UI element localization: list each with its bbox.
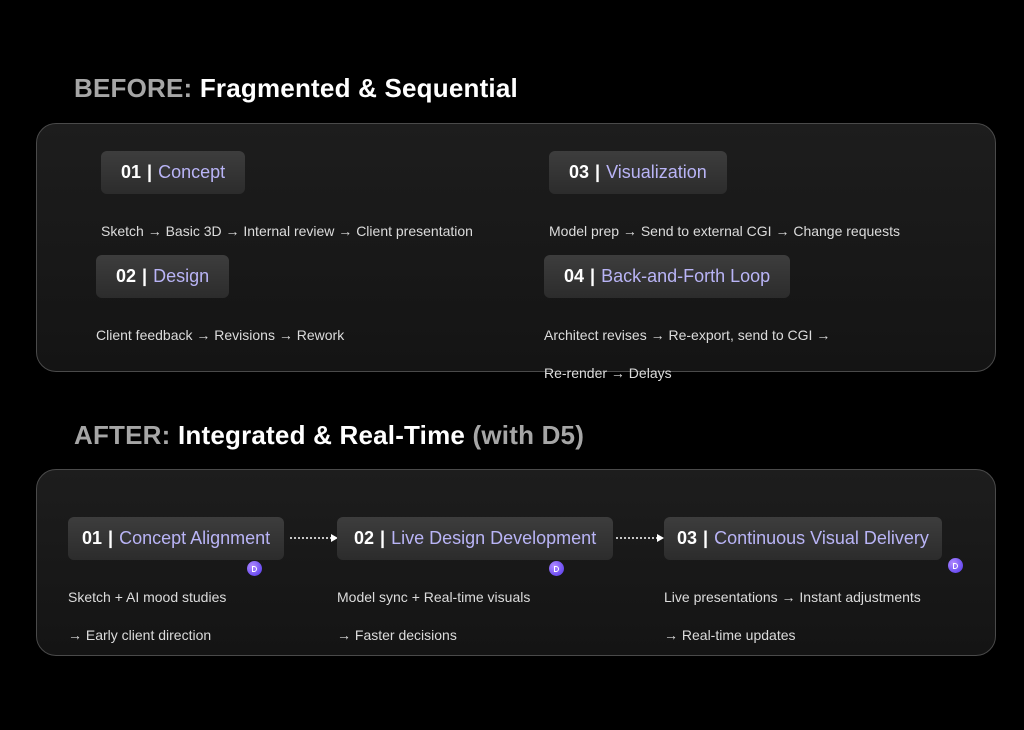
step-description: Architect revises → Re-export, send to C… xyxy=(544,307,830,402)
dotted-arrow-icon xyxy=(616,534,664,542)
after-panel: 01 | Concept Alignment Sketch + AI mood … xyxy=(36,469,996,656)
step-separator: | xyxy=(590,266,596,286)
d5-logo-icon xyxy=(948,558,963,573)
step-description-line: → Faster decisions xyxy=(337,627,457,643)
step-separator: | xyxy=(595,162,601,182)
step-number: 01 xyxy=(121,162,142,182)
step-name: Back-and-Forth Loop xyxy=(601,266,771,286)
step-number: 01 xyxy=(82,528,103,548)
step-number: 02 xyxy=(116,266,137,286)
step-description: Sketch + AI mood studies → Early client … xyxy=(68,569,284,664)
step-tag: 01 | Concept xyxy=(101,151,246,194)
step-number: 04 xyxy=(564,266,585,286)
before-heading-title: Fragmented & Sequential xyxy=(199,73,518,103)
step-description: Sketch → Basic 3D → Internal review → Cl… xyxy=(101,203,473,260)
step-description-line: Client feedback → Revisions → Rework xyxy=(96,327,345,343)
d5-logo-icon xyxy=(549,561,564,576)
step-name: Concept xyxy=(158,162,226,182)
step-name: Continuous Visual Delivery xyxy=(714,528,929,548)
step-description-line: → Early client direction xyxy=(68,627,212,643)
step-tag: 03 | Visualization xyxy=(549,151,727,194)
d5-logo-icon xyxy=(247,561,262,576)
step-tag: 03 | Continuous Visual Delivery xyxy=(664,517,942,560)
step-tag: 04 | Back-and-Forth Loop xyxy=(544,255,791,298)
after-step-continuous-visual-delivery: 03 | Continuous Visual Delivery Live pre… xyxy=(664,517,942,664)
step-tag: 02 | Design xyxy=(96,255,230,298)
step-description: Live presentations → Instant adjustments… xyxy=(664,569,942,664)
step-number: 03 xyxy=(677,528,698,548)
after-heading-lead: AFTER: xyxy=(74,420,171,450)
step-number: 03 xyxy=(569,162,590,182)
before-heading-lead: BEFORE: xyxy=(74,73,193,103)
step-description-line: Re-render → Delays xyxy=(544,365,672,381)
dotted-arrow-icon xyxy=(290,534,338,542)
step-description-line: → Real-time updates xyxy=(664,627,796,643)
step-separator: | xyxy=(147,162,153,182)
step-tag: 02 | Live Design Development xyxy=(337,517,614,560)
after-step-live-design-development: 02 | Live Design Development Model sync … xyxy=(337,517,614,664)
before-heading: BEFORE: Fragmented & Sequential xyxy=(74,73,518,104)
step-description-line: Model sync + Real-time visuals xyxy=(337,589,531,605)
step-separator: | xyxy=(380,528,386,548)
step-name: Live Design Development xyxy=(391,528,597,548)
step-separator: | xyxy=(703,528,709,548)
step-number: 02 xyxy=(354,528,375,548)
step-description-line: Architect revises → Re-export, send to C… xyxy=(544,327,831,343)
before-step-concept: 01 | Concept Sketch → Basic 3D → Interna… xyxy=(101,151,473,260)
before-panel: 01 | Concept Sketch → Basic 3D → Interna… xyxy=(36,123,996,381)
before-step-back-and-forth-loop: 04 | Back-and-Forth Loop Architect revis… xyxy=(544,255,830,402)
step-description: Model sync + Real-time visuals → Faster … xyxy=(337,569,613,664)
step-description: Client feedback → Revisions → Rework xyxy=(96,307,344,364)
after-step-concept-alignment: 01 | Concept Alignment Sketch + AI mood … xyxy=(68,517,285,664)
step-name: Design xyxy=(153,266,210,286)
step-description-line: Live presentations → Instant adjustments xyxy=(664,589,921,605)
step-tag: 01 | Concept Alignment xyxy=(68,517,285,560)
step-name: Concept Alignment xyxy=(119,528,271,548)
step-description-line: Sketch → Basic 3D → Internal review → Cl… xyxy=(101,223,473,239)
after-heading-qualifier: (with D5) xyxy=(472,420,585,450)
after-heading-title: Integrated & Real-Time xyxy=(177,420,466,450)
step-description-line: Model prep → Send to external CGI → Chan… xyxy=(549,223,900,239)
step-separator: | xyxy=(108,528,114,548)
step-name: Visualization xyxy=(606,162,707,182)
after-heading: AFTER: Integrated & Real-Time (with D5) xyxy=(74,420,584,451)
before-step-design: 02 | Design Client feedback → Revisions … xyxy=(96,255,344,364)
step-separator: | xyxy=(142,266,148,286)
step-description-line: Sketch + AI mood studies xyxy=(68,589,227,605)
